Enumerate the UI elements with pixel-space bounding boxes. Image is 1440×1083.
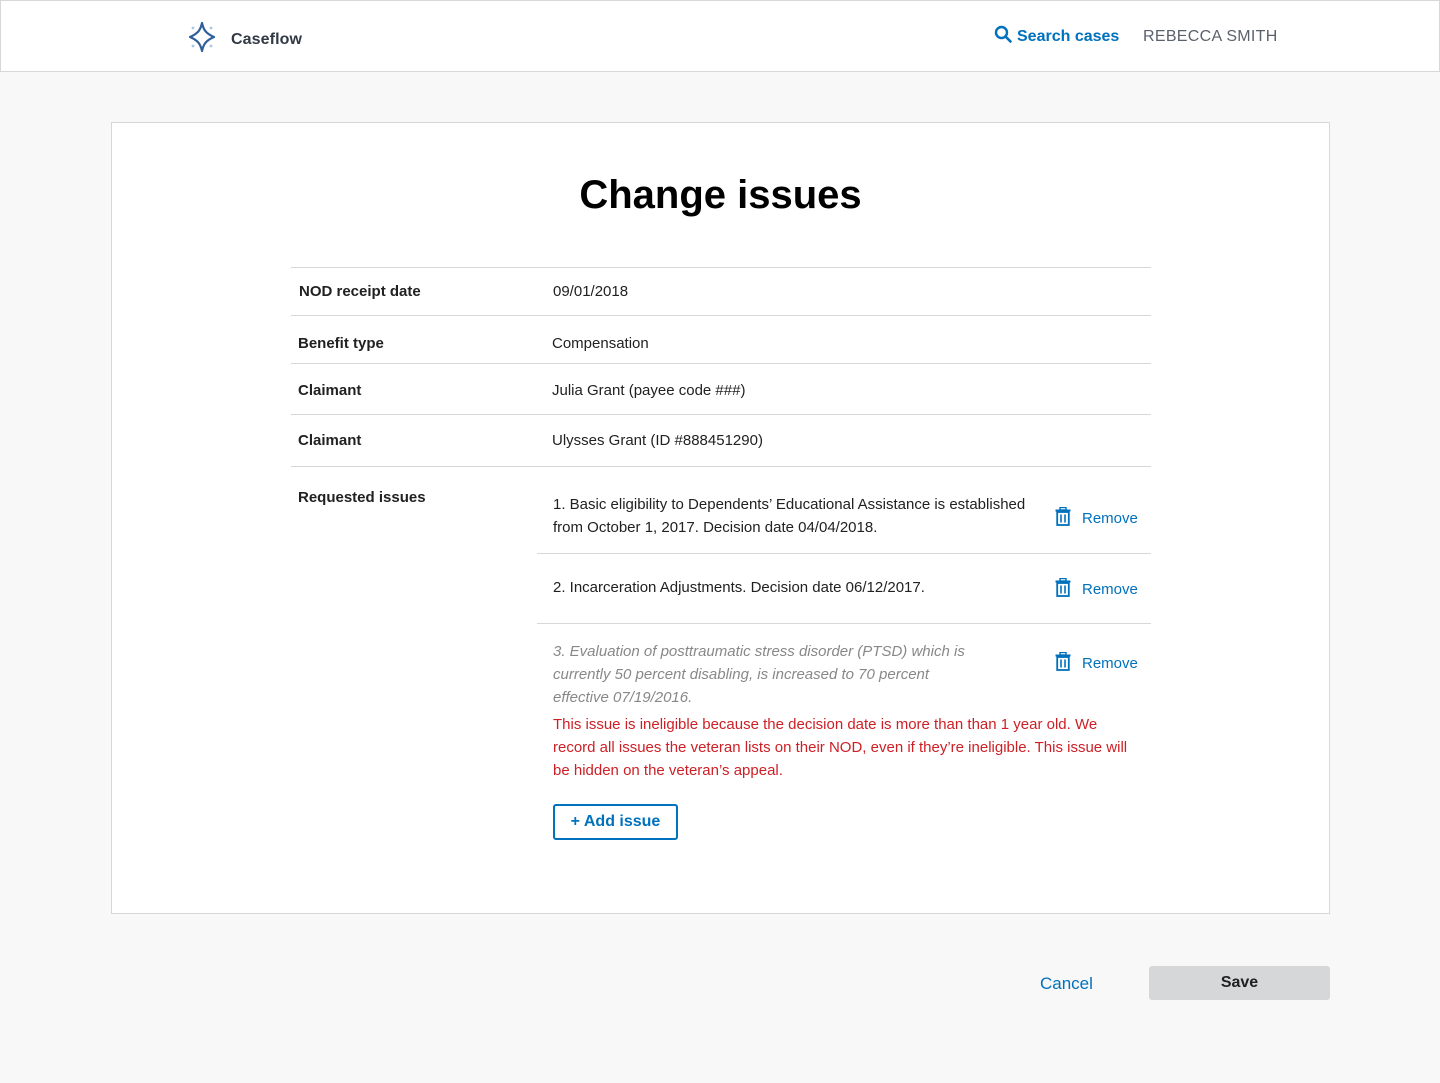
issues-list: 1. Basic eligibility to Dependents’ Educ… — [537, 467, 1151, 844]
detail-value: Julia Grant (payee code ###) — [552, 382, 746, 399]
cancel-link[interactable]: Cancel — [1040, 974, 1093, 994]
remove-label: Remove — [1082, 510, 1138, 527]
page-title: Change issues — [579, 173, 862, 217]
details-table: NOD receipt date 09/01/2018 Benefit type… — [291, 267, 1151, 866]
remove-label: Remove — [1082, 655, 1138, 672]
issue-item: 1. Basic eligibility to Dependents’ Educ… — [537, 467, 1151, 554]
detail-value: 09/01/2018 — [553, 283, 629, 300]
remove-label: Remove — [1082, 581, 1138, 598]
requested-issues-label: Requested issues — [298, 489, 426, 506]
change-issues-card: Change issues NOD receipt date 09/01/201… — [111, 122, 1330, 914]
detail-row-nod-receipt-date: NOD receipt date 09/01/2018 — [291, 267, 1151, 315]
search-cases-link[interactable]: Search cases — [994, 25, 1119, 48]
requested-issues-row: Requested issues 1. Basic eligibility to… — [291, 466, 1151, 866]
detail-value: Compensation — [552, 335, 649, 352]
add-issue-button[interactable]: + Add issue — [553, 804, 678, 840]
trash-icon — [1055, 577, 1082, 601]
remove-issue-button[interactable]: Remove — [1055, 651, 1138, 675]
issue-text: 3. Evaluation of posttraumatic stress di… — [553, 643, 965, 706]
brand-name: Caseflow — [231, 30, 303, 48]
issue-text: 1. Basic eligibility to Dependents’ Educ… — [553, 496, 1026, 536]
search-icon — [994, 25, 1017, 48]
detail-label: Claimant — [298, 382, 362, 399]
trash-icon — [1055, 506, 1082, 530]
remove-issue-button[interactable]: Remove — [1055, 506, 1138, 530]
top-navigation-bar: Caseflow Search cases REBECCA SMITH — [0, 0, 1440, 72]
trash-icon — [1055, 651, 1082, 675]
detail-label: Claimant — [298, 432, 362, 449]
search-cases-label: Search cases — [1017, 27, 1120, 45]
detail-label: Benefit type — [298, 335, 384, 352]
remove-issue-button[interactable]: Remove — [1055, 577, 1138, 601]
detail-row-claimant: Claimant Julia Grant (payee code ###) — [291, 363, 1151, 414]
brand[interactable]: Caseflow — [187, 21, 302, 58]
detail-row-claimant: Claimant Ulysses Grant (ID #888451290) — [291, 414, 1151, 466]
issue-text: 2. Incarceration Adjustments. Decision d… — [553, 579, 925, 596]
ineligible-error-message: This issue is ineligible because the dec… — [553, 716, 1128, 779]
caseflow-logo-icon — [187, 21, 217, 58]
detail-row-benefit-type: Benefit type Compensation — [291, 315, 1151, 363]
user-menu[interactable]: REBECCA SMITH — [1143, 28, 1278, 46]
detail-value: Ulysses Grant (ID #888451290) — [552, 432, 763, 449]
save-button[interactable]: Save — [1149, 966, 1330, 1000]
issue-item: 2. Incarceration Adjustments. Decision d… — [537, 554, 1151, 624]
detail-label: NOD receipt date — [299, 283, 421, 300]
